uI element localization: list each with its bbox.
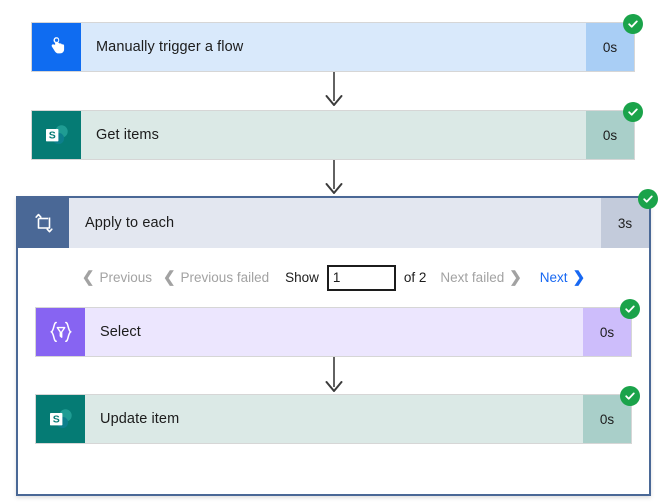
previous-button-label: Previous — [99, 270, 152, 285]
chevron-right-icon: ❯ — [572, 269, 586, 286]
arrow-down-icon — [0, 160, 667, 196]
previous-button[interactable]: ❮ Previous — [82, 270, 152, 285]
flow-step-get-items[interactable]: S Get items 0s — [31, 102, 643, 160]
flow-step-title: Get items — [96, 127, 159, 143]
data-operation-select-icon — [36, 308, 85, 356]
status-badge-succeeded — [638, 189, 658, 209]
status-badge-succeeded — [620, 386, 640, 406]
flow-step-title: Select — [100, 324, 141, 340]
chevron-right-icon: ❯ — [509, 269, 522, 286]
hand-tap-icon — [32, 23, 81, 71]
sharepoint-icon: S — [32, 111, 81, 159]
flow-scope-apply-to-each: Apply to each 3s ❮ Previous ❮ Previous f… — [16, 189, 658, 496]
next-failed-button[interactable]: Next failed ❯ — [440, 270, 521, 285]
svg-text:S: S — [48, 129, 55, 141]
flow-step-manually-trigger-a-flow[interactable]: Manually trigger a flow 0s — [31, 14, 643, 72]
svg-text:S: S — [52, 413, 59, 425]
previous-failed-button[interactable]: ❮ Previous failed — [163, 270, 269, 285]
status-badge-succeeded — [623, 102, 643, 122]
scope-bottom-spacer — [35, 444, 632, 494]
iteration-pagination: ❮ Previous ❮ Previous failed Show of 2 N… — [35, 248, 632, 307]
previous-failed-button-label: Previous failed — [180, 270, 270, 285]
status-badge-succeeded — [623, 14, 643, 34]
page-number-input[interactable] — [326, 264, 396, 291]
sharepoint-icon: S — [36, 395, 85, 443]
scope-header[interactable]: Apply to each 3s — [18, 189, 658, 248]
status-badge-succeeded — [620, 299, 640, 319]
show-label: Show — [285, 270, 319, 285]
chevron-left-icon: ❮ — [81, 269, 95, 286]
flow-step-title: Manually trigger a flow — [96, 39, 244, 55]
loop-icon — [18, 198, 69, 248]
flow-step-title: Update item — [100, 411, 180, 427]
arrow-down-icon — [35, 357, 632, 394]
next-button[interactable]: Next ❯ — [540, 270, 585, 285]
chevron-left-icon: ❮ — [162, 269, 176, 286]
flow-step-update-item[interactable]: S Update item 0s — [35, 386, 640, 444]
scope-title: Apply to each — [85, 215, 175, 231]
flow-step-select[interactable]: Select 0s — [35, 299, 640, 357]
page-count-label: of 2 — [403, 270, 427, 285]
next-button-label: Next — [539, 270, 568, 285]
arrow-down-icon — [0, 72, 667, 108]
next-failed-button-label: Next failed — [440, 270, 505, 285]
